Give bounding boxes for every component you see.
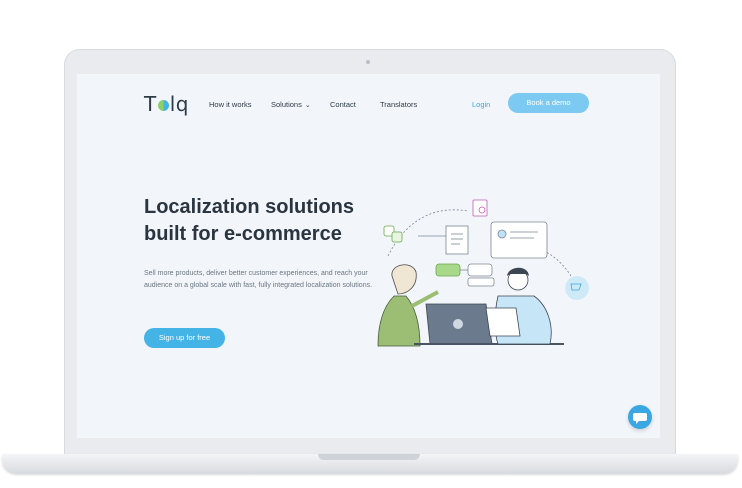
sign-up-button[interactable]: Sign up for free: [144, 328, 225, 348]
webcam: [366, 60, 370, 64]
logo-globe-icon: [157, 100, 169, 111]
nav-contact[interactable]: Contact: [330, 100, 356, 109]
chat-button[interactable]: [628, 405, 652, 429]
hero-title: Localization solutions built for e-comme…: [144, 194, 384, 248]
hero-title-line-1: Localization solutions: [144, 196, 355, 218]
nav-solutions-label: Solutions: [271, 100, 302, 109]
hero-subtitle: Sell more products, deliver better custo…: [144, 270, 373, 289]
nav-solutions[interactable]: Solutions ⌄: [271, 100, 311, 109]
chevron-down-icon: ⌄: [304, 102, 311, 109]
laptop-notch: [318, 454, 420, 460]
hero-title-line-2: built for e-commerce: [144, 223, 342, 245]
tolq-logo[interactable]: Tlq: [144, 92, 189, 116]
logo-prefix: T: [144, 92, 157, 116]
hero-illustration: [377, 199, 589, 347]
nav-translators[interactable]: Translators: [380, 100, 417, 109]
login-link[interactable]: Login: [472, 100, 490, 109]
logo-suffix: lq: [169, 92, 189, 116]
chat-bubble-icon: [633, 413, 647, 424]
nav-how-it-works[interactable]: How it works: [209, 100, 252, 109]
book-demo-button[interactable]: Book a demo: [508, 93, 589, 113]
